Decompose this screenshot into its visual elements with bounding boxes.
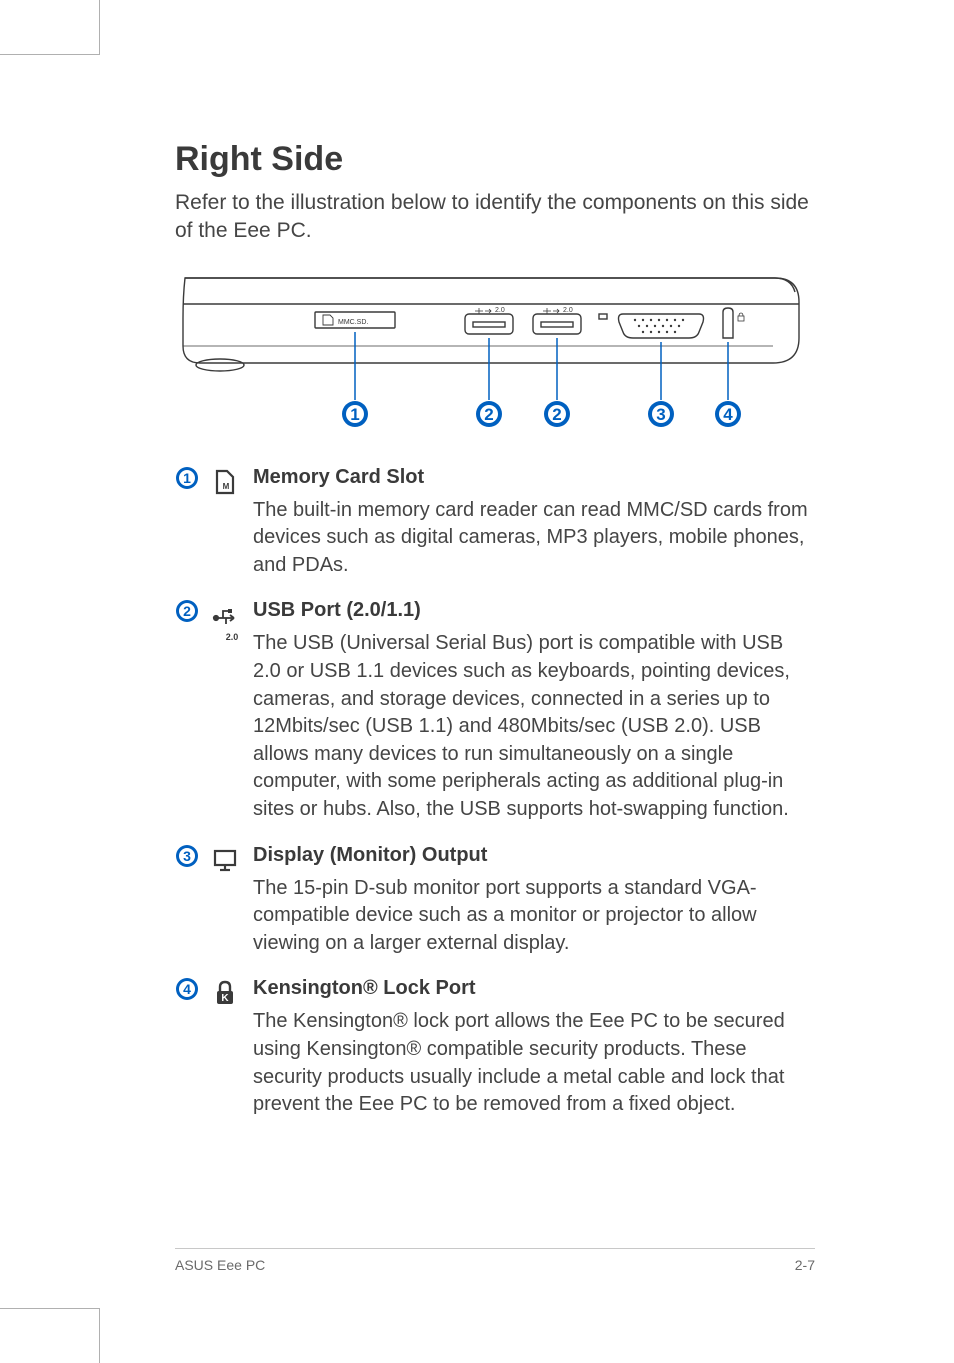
page-footer: ASUS Eee PC 2-7 — [175, 1248, 815, 1273]
item-body: The built-in memory card reader can read… — [253, 497, 815, 580]
footer-right: 2-7 — [795, 1257, 815, 1273]
svg-text:1: 1 — [183, 470, 191, 486]
item-body: The 15-pin D-sub monitor port supports a… — [253, 875, 815, 958]
diagram-callout-2b: 2 — [544, 401, 570, 427]
svg-text:K: K — [221, 993, 229, 1004]
section-intro: Refer to the illustration below to ident… — [175, 189, 815, 246]
diagram-callout-2a: 2 — [476, 401, 502, 427]
diagram-callout-3: 3 — [648, 401, 674, 427]
svg-text:2: 2 — [552, 405, 561, 424]
item-title: Display (Monitor) Output — [253, 844, 815, 867]
svg-text:3: 3 — [183, 848, 191, 864]
crop-mark-bottom-left — [0, 1308, 100, 1363]
usb-icon — [211, 616, 239, 633]
feature-item: 3 Display (Monitor) Output The 15-pin D-… — [175, 844, 815, 958]
svg-text:M: M — [223, 482, 230, 491]
device-right-side-diagram: MMC.SD. 2.0 2.0 1 2 2 3 4 — [175, 268, 815, 438]
svg-text:2.0: 2.0 — [563, 307, 573, 314]
item-title: Kensington® Lock Port — [253, 977, 815, 1000]
feature-item: 1 M Memory Card Slot The built-in memory… — [175, 466, 815, 580]
item-body: The USB (Universal Serial Bus) port is c… — [253, 630, 815, 823]
usb-version-label: 2.0 — [211, 632, 253, 642]
footer-left: ASUS Eee PC — [175, 1257, 265, 1273]
svg-text:4: 4 — [723, 405, 733, 424]
item-body: The Kensington® lock port allows the Eee… — [253, 1008, 815, 1118]
page-content: Right Side Refer to the illustration bel… — [175, 140, 815, 1139]
svg-text:2.0: 2.0 — [495, 307, 505, 314]
lock-icon: K — [211, 994, 239, 1011]
monitor-icon — [211, 861, 239, 878]
crop-mark-top-left — [0, 0, 100, 55]
section-title: Right Side — [175, 140, 815, 179]
svg-text:1: 1 — [350, 405, 359, 424]
item-number-badge: 4 — [175, 977, 199, 1001]
memory-card-icon: M — [211, 483, 239, 500]
item-title: Memory Card Slot — [253, 466, 815, 489]
feature-item: 2 2.0 USB Port (2.0/1.1) The USB (Univer… — [175, 599, 815, 823]
item-title: USB Port (2.0/1.1) — [253, 599, 815, 622]
diagram-mmc-label: MMC.SD. — [338, 319, 368, 326]
item-number-badge: 1 — [175, 466, 199, 490]
feature-item: 4 K Kensington® Lock Port The Kensington… — [175, 977, 815, 1118]
svg-text:4: 4 — [183, 981, 191, 997]
diagram-callout-1: 1 — [342, 401, 368, 427]
svg-text:3: 3 — [656, 405, 665, 424]
item-number-badge: 2 — [175, 599, 199, 623]
feature-list: 1 M Memory Card Slot The built-in memory… — [175, 466, 815, 1119]
item-number-badge: 3 — [175, 844, 199, 868]
svg-text:2: 2 — [484, 405, 493, 424]
svg-text:2: 2 — [183, 603, 191, 619]
diagram-callout-4: 4 — [715, 401, 741, 427]
